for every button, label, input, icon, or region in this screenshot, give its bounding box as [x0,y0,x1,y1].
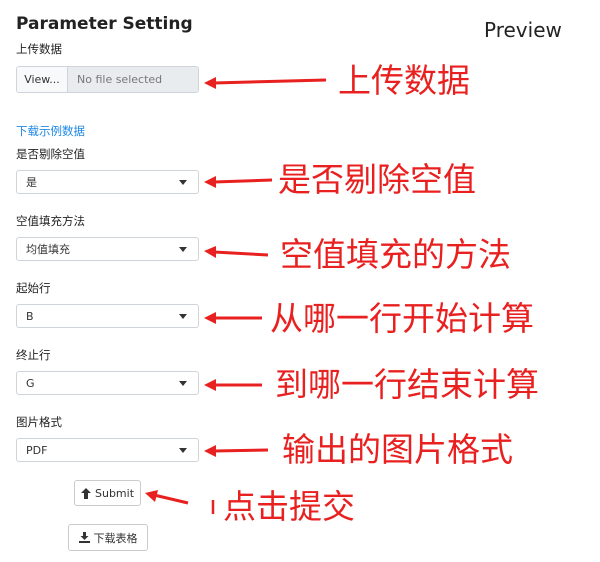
annotation-remove-na: 是否剔除空值 [278,160,476,199]
arrowhead-icon [204,312,216,324]
arrowhead-icon [204,176,216,188]
annotation-format: 输出的图片格式 [282,430,513,469]
arrowhead-icon [204,77,216,89]
annotation-fill-method: 空值填充的方法 [280,235,511,274]
arrowhead-icon [204,246,216,258]
annotation-upload: 上传数据 [338,61,470,100]
arrow-fill-method [213,250,269,257]
arrowhead-icon [145,490,158,502]
annotation-start-row: 从哪一行开始计算 [270,299,534,338]
annotation-arrows [145,77,327,514]
annotation-submit: 点击提交 [223,487,355,526]
arrowhead-icon [204,445,216,457]
annotation-end-row: 到哪一行结束计算 [275,365,539,404]
arrow-remove-na [213,178,273,184]
arrowhead-icon [204,379,216,391]
arrow-format [213,448,269,453]
arrow-upload [213,78,327,85]
arrow-submit [153,493,189,505]
